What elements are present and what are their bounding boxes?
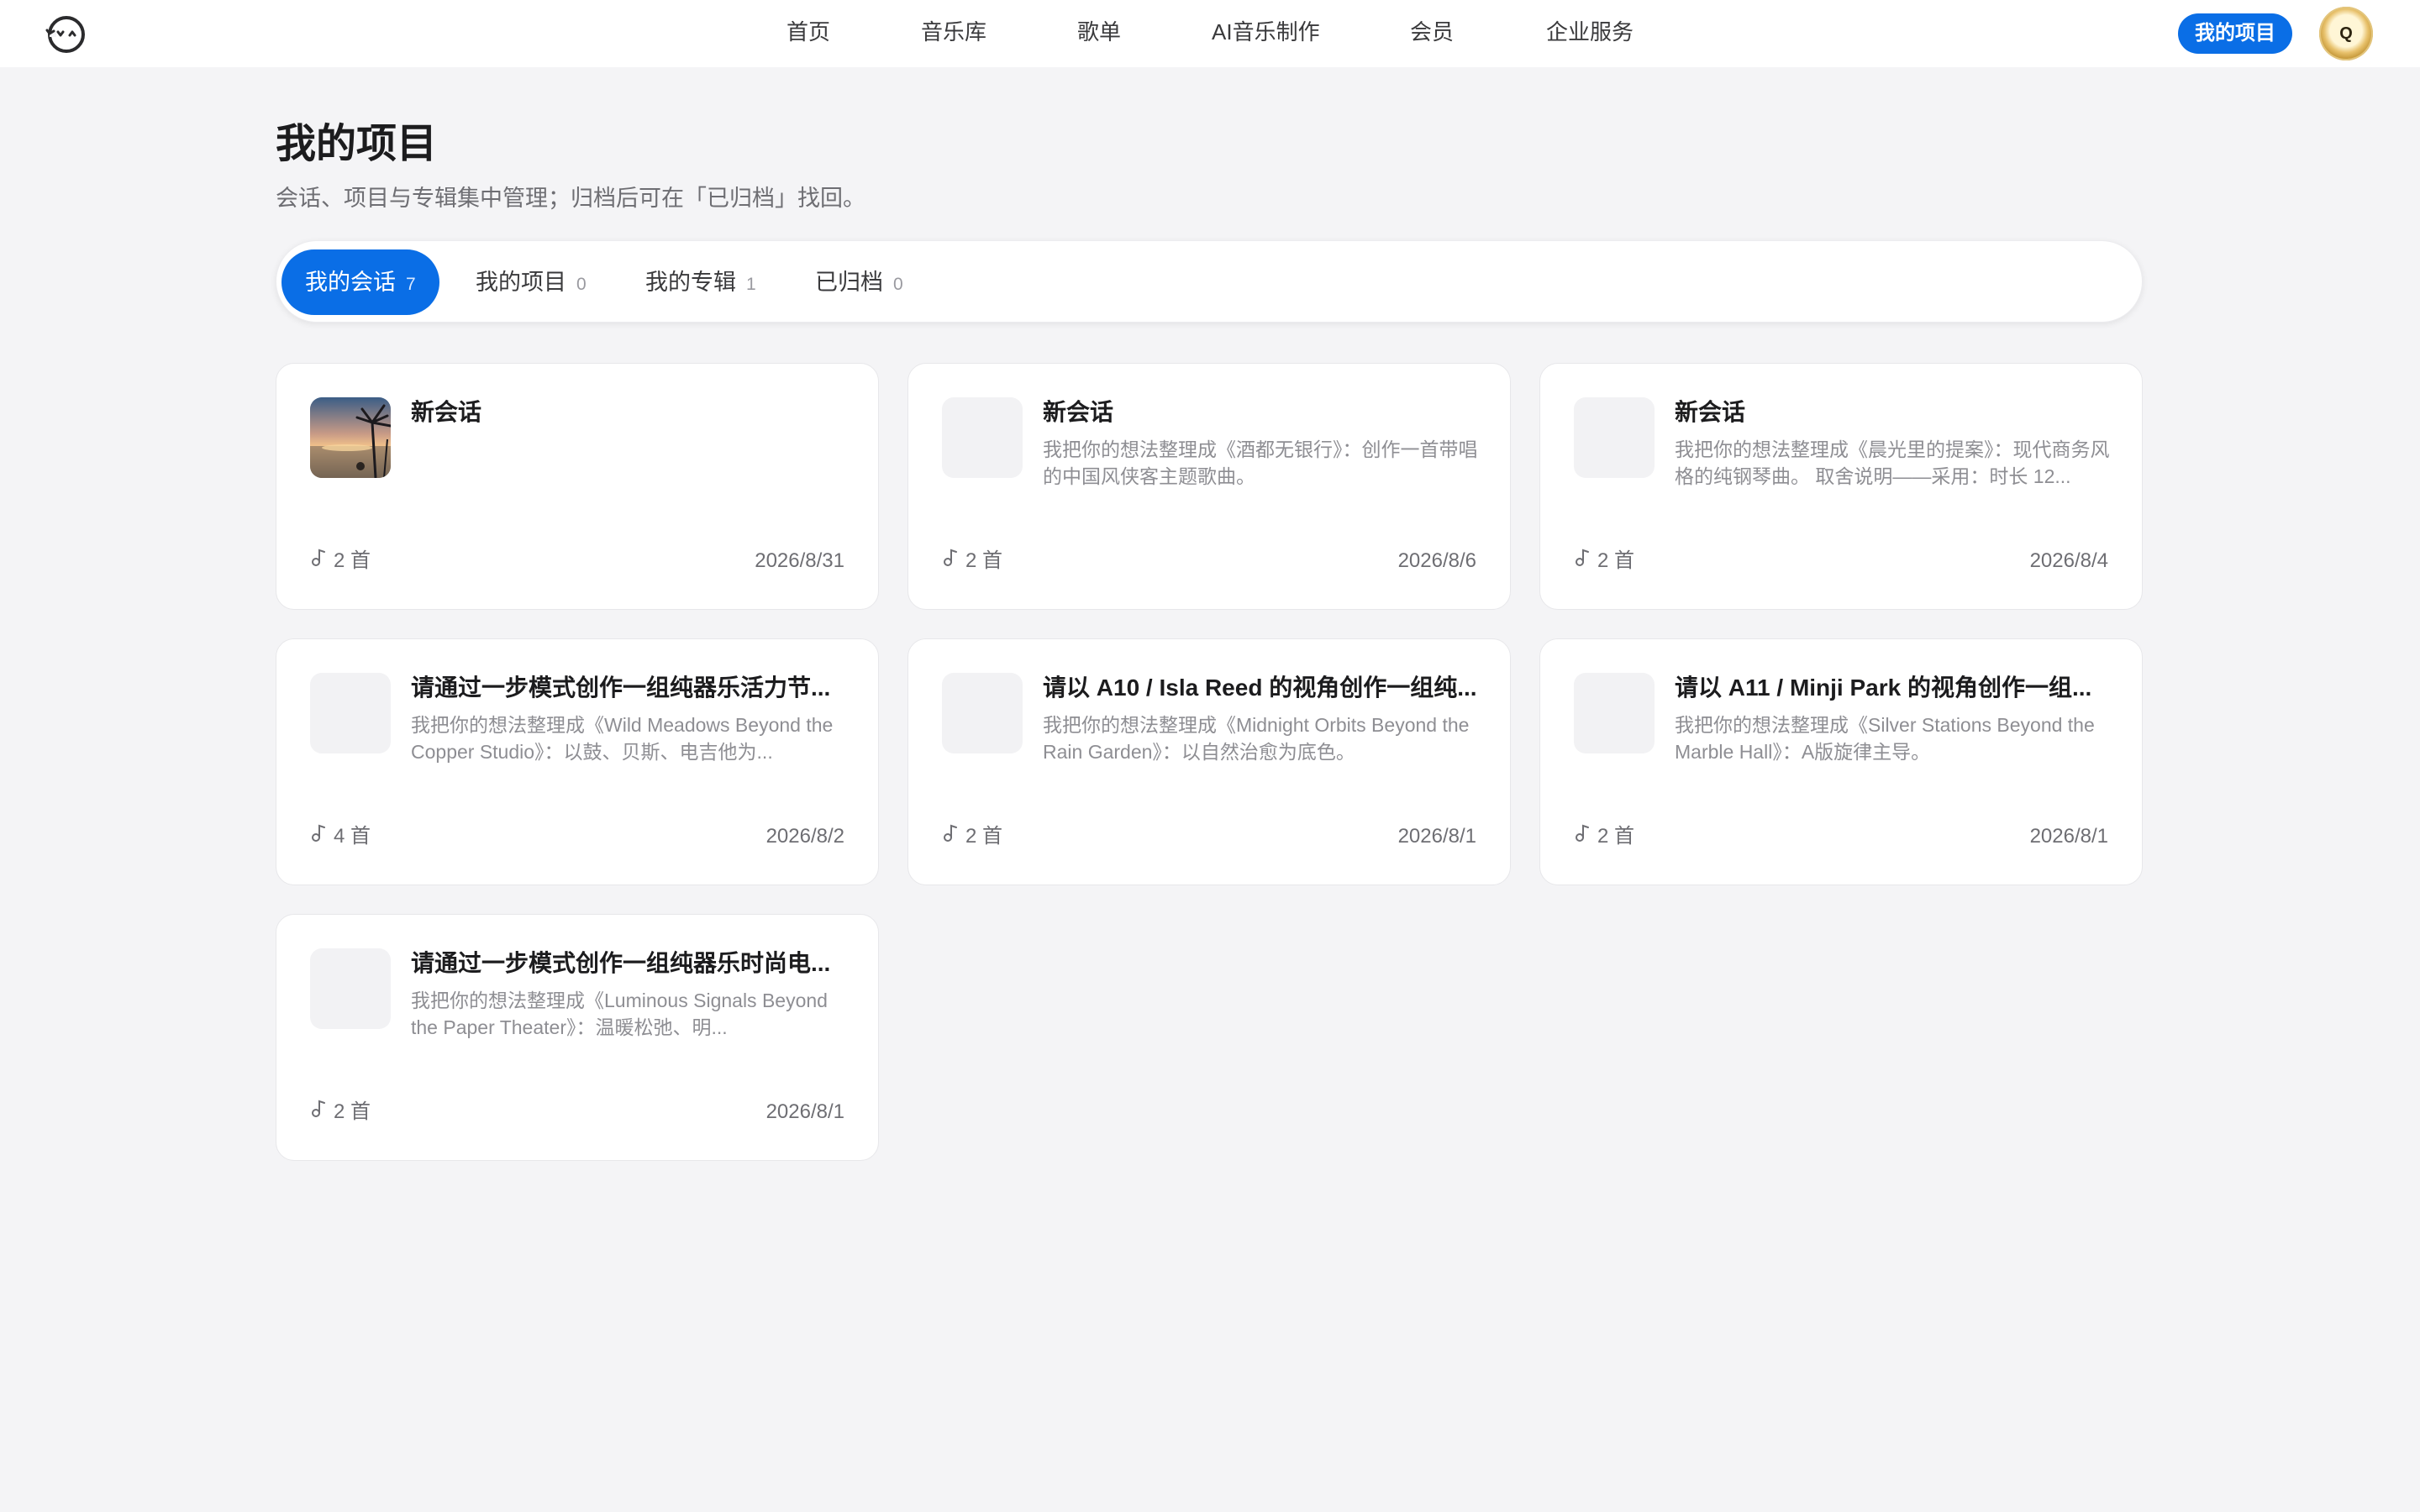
tab-label: 我的项目 (476, 270, 566, 295)
session-thumbnail (1574, 397, 1655, 478)
session-thumbnail (310, 397, 391, 478)
my-projects-button[interactable]: 我的项目 (2178, 13, 2292, 54)
song-count: 2 首 (1574, 547, 1634, 575)
session-date: 2026/8/1 (765, 1100, 844, 1123)
nav-ai-music[interactable]: AI音乐制作 (1212, 17, 1320, 47)
session-date: 2026/8/31 (755, 549, 844, 572)
session-thumbnail (310, 673, 391, 753)
session-description: 我把你的想法整理成《酒都无银行》：创作一首带唱的中国风侠客主题歌曲。 (1043, 438, 1478, 487)
nav-membership[interactable]: 会员 (1410, 17, 1454, 47)
session-date: 2026/8/2 (765, 825, 844, 848)
song-count-text: 2 首 (1597, 549, 1635, 572)
page-title: 我的项目 (276, 122, 438, 166)
nav-home[interactable]: 首页 (786, 17, 830, 47)
music-note-icon (312, 1100, 325, 1117)
song-count-text: 4 首 (334, 825, 371, 848)
music-note-icon (944, 824, 957, 842)
tab-count: 1 (746, 275, 756, 294)
session-title: 请通过一步模式创作一组纯器乐活力节... (411, 675, 831, 701)
session-title: 新会话 (1043, 399, 1114, 425)
main-nav: 首页 音乐库 歌单 AI音乐制作 会员 企业服务 (0, 0, 2420, 67)
nav-music-library[interactable]: 音乐库 (921, 17, 986, 47)
tab-count: 0 (893, 275, 903, 294)
page-subtitle: 会话、项目与专辑集中管理；归档后可在「已归档」找回。 (276, 186, 865, 211)
tab-my-sessions[interactable]: 我的会话 7 (281, 249, 439, 315)
session-card[interactable]: 新会话 我把你的想法整理成《酒都无银行》：创作一首带唱的中国风侠客主题歌曲。 2… (908, 363, 1511, 610)
session-date: 2026/8/4 (2029, 549, 2108, 572)
project-tabs: 我的会话 7 我的项目 0 我的专辑 1 已归档 0 (276, 240, 2143, 323)
session-date: 2026/8/1 (2029, 825, 2108, 848)
song-count-text: 2 首 (1597, 825, 1635, 848)
music-note-icon (312, 824, 325, 842)
tab-count: 7 (406, 275, 416, 294)
song-count: 2 首 (310, 1098, 371, 1126)
session-thumbnail (310, 948, 391, 1029)
music-note-icon (312, 549, 325, 566)
tab-label: 已归档 (815, 270, 883, 295)
song-count: 2 首 (1574, 822, 1634, 851)
session-title: 新会话 (1675, 399, 1746, 425)
tab-label: 我的专辑 (645, 270, 736, 295)
song-count-text: 2 首 (334, 1100, 371, 1123)
avatar[interactable]: Q (2319, 7, 2373, 60)
session-card[interactable]: 新会话 2 首 2026/8/31 (276, 363, 879, 610)
top-navigation-bar: 首页 音乐库 歌单 AI音乐制作 会员 企业服务 我的项目 Q (0, 0, 2420, 67)
session-description: 我把你的想法整理成《Luminous Signals Beyond the Pa… (411, 990, 828, 1038)
session-card[interactable]: 请以 A11 / Minji Park 的视角创作一组... 我把你的想法整理成… (1539, 638, 2143, 885)
song-count: 2 首 (942, 822, 1002, 851)
nav-playlists[interactable]: 歌单 (1077, 17, 1121, 47)
session-description: 我把你的想法整理成《Silver Stations Beyond the Mar… (1675, 714, 2095, 763)
nav-enterprise[interactable]: 企业服务 (1546, 17, 1634, 47)
session-title: 请以 A10 / Isla Reed 的视角创作一组纯... (1043, 675, 1477, 701)
session-title: 新会话 (411, 399, 482, 425)
tab-my-albums[interactable]: 我的专辑 1 (645, 249, 756, 315)
session-card[interactable]: 新会话 我把你的想法整理成《晨光里的提案》：现代商务风格的纯钢琴曲。 取舍说明—… (1539, 363, 2143, 610)
session-date: 2026/8/1 (1397, 825, 1476, 848)
music-note-icon (944, 549, 957, 566)
session-date: 2026/8/6 (1397, 549, 1476, 572)
tab-label: 我的会话 (305, 270, 396, 295)
session-thumbnail (1574, 673, 1655, 753)
song-count: 4 首 (310, 822, 371, 851)
tab-archived[interactable]: 已归档 0 (815, 249, 903, 315)
session-title: 请通过一步模式创作一组纯器乐时尚电... (411, 950, 831, 976)
song-count: 2 首 (310, 547, 371, 575)
session-card[interactable]: 请通过一步模式创作一组纯器乐活力节... 我把你的想法整理成《Wild Mead… (276, 638, 879, 885)
session-card[interactable]: 请通过一步模式创作一组纯器乐时尚电... 我把你的想法整理成《Luminous … (276, 914, 879, 1161)
song-count-text: 2 首 (334, 549, 371, 572)
tab-my-projects[interactable]: 我的项目 0 (476, 249, 587, 315)
tab-count: 0 (576, 275, 587, 294)
session-description: 我把你的想法整理成《Midnight Orbits Beyond the Rai… (1043, 714, 1470, 763)
music-note-icon (1576, 824, 1589, 842)
session-title: 请以 A11 / Minji Park 的视角创作一组... (1675, 675, 2092, 701)
song-count-text: 2 首 (965, 549, 1003, 572)
session-description: 我把你的想法整理成《Wild Meadows Beyond the Copper… (411, 714, 834, 763)
session-thumbnail (942, 397, 1023, 478)
avatar-letter: Q (2339, 24, 2353, 43)
song-count: 2 首 (942, 547, 1002, 575)
session-card[interactable]: 请以 A10 / Isla Reed 的视角创作一组纯... 我把你的想法整理成… (908, 638, 1511, 885)
session-thumbnail (942, 673, 1023, 753)
session-description: 我把你的想法整理成《晨光里的提案》：现代商务风格的纯钢琴曲。 取舍说明——采用：… (1675, 438, 2110, 487)
beach-sunset-image (310, 397, 391, 478)
music-note-icon (1576, 549, 1589, 566)
song-count-text: 2 首 (965, 825, 1003, 848)
session-description (411, 436, 848, 490)
